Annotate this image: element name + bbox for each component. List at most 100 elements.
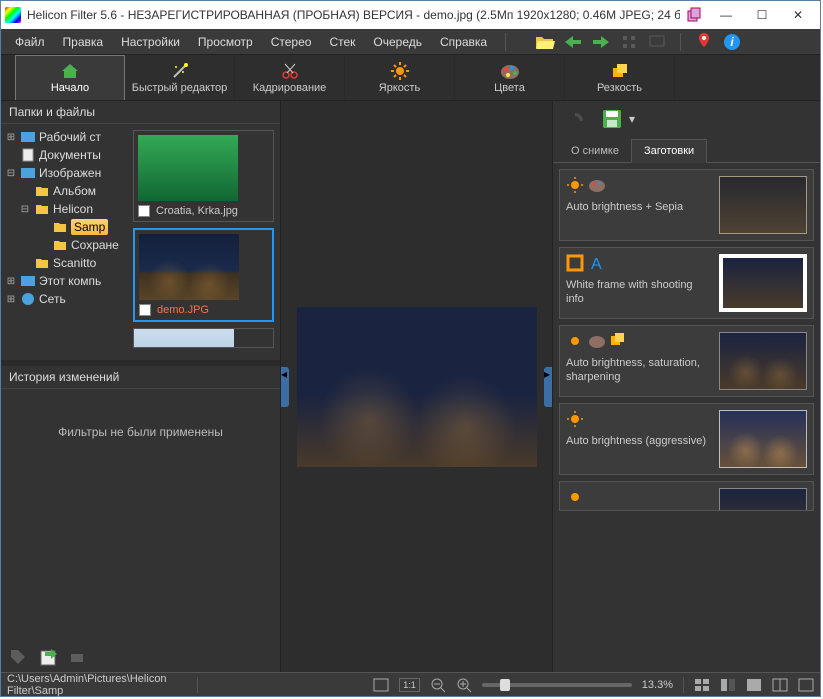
thumbnail-item-selected[interactable]: demo.JPG [133,228,274,322]
pin-icon[interactable] [693,31,715,53]
preset-item[interactable]: A White frame with shooting info [559,247,814,319]
preset-item[interactable] [559,481,814,511]
thumbnail-item[interactable] [133,328,274,348]
nav-forward-icon[interactable] [590,31,612,53]
close-button[interactable]: ✕ [780,3,816,27]
tab-presets[interactable]: Заготовки [631,139,707,163]
tree-row[interactable]: Сохране [1,236,127,254]
tab-colors[interactable]: Цвета [455,55,565,100]
slider-knob[interactable] [500,679,510,691]
left-toolstrip [1,642,280,672]
preset-thumbnail [719,332,807,390]
zoom-in-icon[interactable] [456,677,472,693]
tree-row[interactable]: Scanitto [1,254,127,272]
copies-icon[interactable] [686,7,702,23]
menu-edit[interactable]: Правка [57,32,110,52]
zoom-out-icon[interactable] [430,677,446,693]
info-icon[interactable]: i [721,31,743,53]
tag-icon[interactable] [9,648,29,666]
folder-tree[interactable]: ⊞Рабочий ст Документы ⊟Изображен Альбом … [1,124,127,360]
tab-crop[interactable]: Кадрирование [235,55,345,100]
status-path: C:\Users\Admin\Pictures\Helicon Filter\S… [7,673,187,697]
preset-label: Auto brightness, saturation, sharpening [566,356,711,385]
home-icon [61,62,79,80]
menu-file[interactable]: Файл [9,32,51,52]
app-icon [5,7,21,23]
history-empty-text: Фильтры не были применены [9,395,272,469]
menu-stack[interactable]: Стек [323,32,361,52]
screen-icon[interactable] [646,31,668,53]
preset-icons [566,410,711,428]
thumbnail-label: Croatia, Krka.jpg [156,205,238,217]
separator [505,33,506,51]
tree-row[interactable]: ⊞Рабочий ст [1,128,127,146]
tree-row[interactable]: ⊟Helicon [1,200,127,218]
thumbnail-checkbox[interactable] [138,205,150,217]
menu-queue[interactable]: Очередь [367,32,428,52]
undo-icon[interactable] [563,109,587,129]
separator [680,33,681,51]
move-icon[interactable] [69,648,89,666]
tab-sharpness[interactable]: Резкость [565,55,675,100]
tree-and-thumbs: ⊞Рабочий ст Документы ⊟Изображен Альбом … [1,124,280,360]
zoom-11-button[interactable]: 1:1 [399,678,420,692]
open-folder-icon[interactable] [534,31,556,53]
thumbnail-checkbox[interactable] [139,304,151,316]
grid-view-icon[interactable] [694,678,710,692]
minimize-button[interactable]: — [708,3,744,27]
left-pane: Папки и файлы ⊞Рабочий ст Документы ⊟Изо… [1,101,281,672]
history-header: История изменений [1,366,280,389]
menu-view[interactable]: Просмотр [192,32,259,52]
tree-row[interactable]: ⊞Этот компь [1,272,127,290]
dropdown-arrow-icon[interactable]: ▾ [629,112,635,126]
preset-item[interactable]: Auto brightness (aggressive) [559,403,814,475]
maximize-button[interactable]: ☐ [744,3,780,27]
grip-icon[interactable] [618,31,640,53]
tab-quick-editor[interactable]: Быстрый редактор [125,55,235,100]
scissors-icon [281,62,299,80]
tab-label: Кадрирование [253,82,327,94]
thumbnail-image [134,329,234,348]
preset-thumbnail [719,176,807,234]
left-edge-toggle[interactable]: ◂ [281,367,289,407]
content-area: Папки и файлы ⊞Рабочий ст Документы ⊟Изо… [1,101,820,672]
menu-stereo[interactable]: Стерео [265,32,318,52]
split-view-icon[interactable] [720,678,736,692]
preset-icons: A [566,254,711,272]
tree-row[interactable]: Альбом [1,182,127,200]
save-button[interactable]: ▾ [601,108,635,130]
zoom-fit-icon[interactable] [373,678,389,692]
preview-image [297,307,537,467]
zoom-slider[interactable] [482,683,632,687]
fullscreen-icon[interactable] [798,678,814,692]
tree-row[interactable]: ⊞Сеть [1,290,127,308]
preset-item[interactable]: Auto brightness, saturation, sharpening [559,325,814,397]
right-edge-toggle[interactable]: ▸ [544,367,552,407]
menu-settings[interactable]: Настройки [115,32,186,52]
single-view-icon[interactable] [746,678,762,692]
main-tabs: Начало Быстрый редактор Кадрирование Ярк… [1,55,820,101]
tree-row[interactable]: Документы [1,146,127,164]
sun-icon [566,488,584,506]
export-icon[interactable] [39,647,59,667]
tree-row-selected[interactable]: Samp [1,218,127,236]
tree-row[interactable]: ⊟Изображен [1,164,127,182]
layers-icon [610,332,626,348]
compare-icon[interactable] [772,678,788,692]
thumbnail-list[interactable]: Croatia, Krka.jpg demo.JPG [127,124,280,360]
right-tabs: О снимке Заготовки [553,137,820,163]
tab-about-image[interactable]: О снимке [559,140,631,162]
preset-thumbnail [719,410,807,468]
preset-list[interactable]: Auto brightness + Sepia A White frame wi… [553,163,820,672]
thumbnail-item[interactable]: Croatia, Krka.jpg [133,130,274,222]
preset-label: Auto brightness + Sepia [566,200,711,214]
folders-header: Папки и файлы [1,101,280,124]
nav-back-icon[interactable] [562,31,584,53]
tab-label: Начало [51,82,89,94]
tab-brightness[interactable]: Яркость [345,55,455,100]
tab-label: Быстрый редактор [132,82,228,94]
menu-help[interactable]: Справка [434,32,493,52]
preview-area[interactable]: ◂ ▸ [281,101,552,672]
tab-start[interactable]: Начало [15,55,125,100]
preset-item[interactable]: Auto brightness + Sepia [559,169,814,241]
